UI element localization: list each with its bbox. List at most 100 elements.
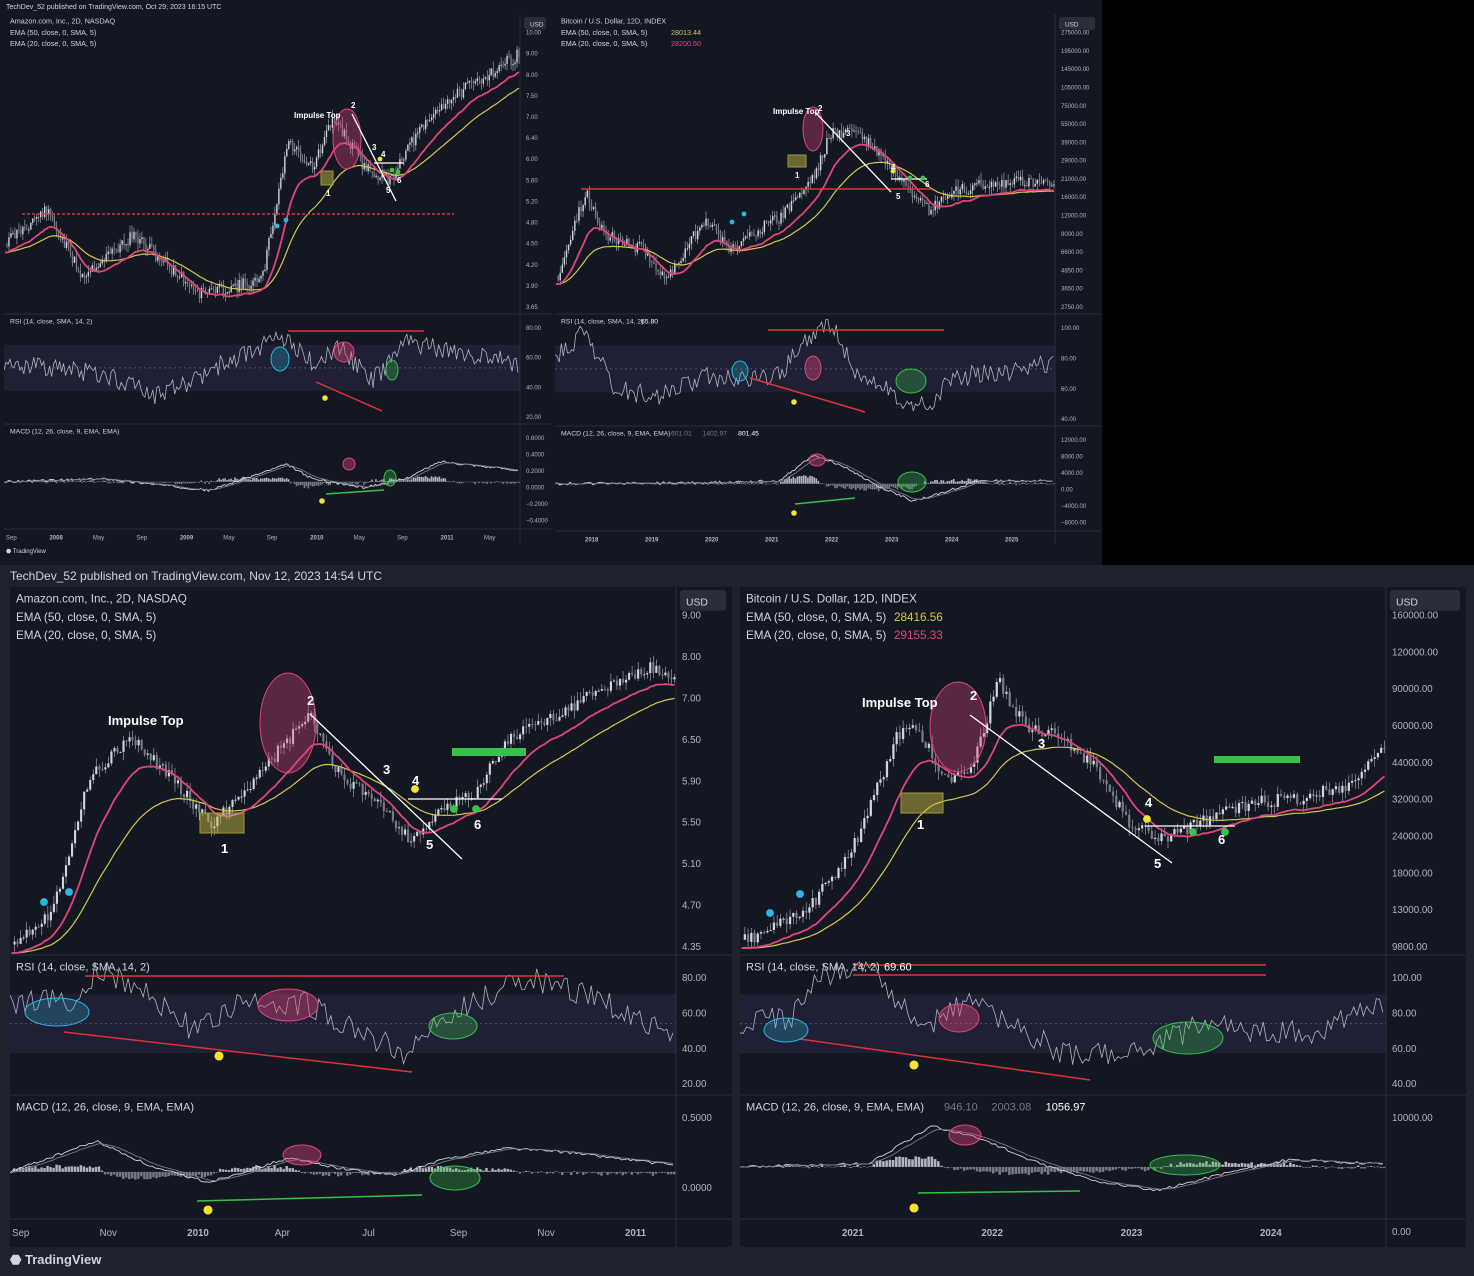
- btc-top-macd-histogram-bar: [790, 478, 793, 484]
- amzn-top-rsi-highlight-1: [333, 341, 355, 363]
- btc-bottom-candle: [918, 730, 921, 732]
- btc-bottom-macd-yellow-dot: [909, 1203, 919, 1213]
- btc-bottom-x-tick: 2021: [842, 1228, 864, 1239]
- amzn-bottom-macd-histogram-bar: [355, 1171, 358, 1174]
- amzn-bottom-macd-histogram-bar: [636, 1171, 640, 1175]
- amzn-top-candle: [294, 149, 296, 152]
- amzn-bottom-candle: [331, 754, 334, 766]
- amzn-bottom-candle: [355, 781, 358, 784]
- btc-bottom-candle: [746, 934, 750, 942]
- amzn-top-macd-histogram-bar: [200, 480, 203, 482]
- amzn-top-macd-histogram-bar: [502, 481, 504, 484]
- btc-top-macd-histogram-bar: [805, 475, 807, 484]
- amzn-top-macd-histogram-bar: [77, 481, 80, 483]
- btc-bottom-candle: [1002, 677, 1005, 694]
- amzn-top-wave-label-1: 1: [326, 189, 331, 198]
- btc-bottom-macd-histogram-bar: [1243, 1163, 1247, 1167]
- amzn-bottom-candle: [61, 876, 65, 889]
- btc-top-macd-histogram-bar: [963, 481, 965, 484]
- amzn-top-macd-histogram-bar: [498, 481, 500, 483]
- btc-top-candle: [851, 128, 853, 132]
- btc-bottom-candle: [940, 771, 944, 774]
- btc-top-candle: [1001, 179, 1003, 187]
- btc-bottom-macd-histogram-bar: [1230, 1163, 1234, 1167]
- btc-bottom-macd-histogram-bar: [959, 1166, 963, 1169]
- btc-bottom-candle: [1031, 730, 1034, 733]
- btc-bottom-macd-value-2: 1056.97: [1046, 1102, 1086, 1114]
- btc-bottom-candle: [966, 772, 969, 774]
- btc-top-macd-histogram-bar: [815, 478, 818, 484]
- btc-top-candle: [574, 220, 576, 231]
- btc-bottom-wave-label-2: 2: [970, 688, 977, 703]
- amzn-top-macd-histogram-bar: [319, 481, 322, 486]
- amzn-top-candle: [260, 275, 262, 279]
- amzn-top-macd-histogram-bar: [438, 476, 441, 482]
- btc-bottom-candle: [843, 856, 847, 869]
- amzn-top-macd-histogram-bar: [254, 478, 256, 482]
- btc-bottom-candle: [1312, 793, 1315, 797]
- amzn-top-macd-histogram-bar: [111, 481, 113, 483]
- amzn-top-price-tick: 7.00: [526, 115, 538, 121]
- amzn-bottom-candle: [101, 769, 104, 771]
- amzn-bottom-candle: [658, 665, 661, 675]
- amzn-top-macd-histogram-bar: [466, 481, 469, 483]
- amzn-top-macd-histogram-bar: [218, 478, 220, 482]
- btc-top-macd-histogram-bar: [698, 483, 701, 485]
- amzn-bottom-candle: [391, 811, 395, 821]
- amzn-top-price-tick: 4.20: [526, 263, 538, 269]
- btc-bottom-candle: [914, 725, 918, 731]
- btc-top-macd-histogram-bar: [1046, 483, 1049, 485]
- btc-top-candle: [980, 180, 982, 184]
- amzn-bottom-macd-histogram-bar: [557, 1171, 561, 1173]
- btc-top-candle: [994, 182, 997, 187]
- btc-bottom-macd-histogram-bar: [1369, 1166, 1373, 1167]
- amzn-bottom-teal-dot: [65, 888, 73, 896]
- amzn-top-macd-histogram-bar: [55, 481, 58, 484]
- amzn-bottom-price-tick: 6.50: [682, 735, 702, 746]
- btc-top-macd-histogram-bar: [825, 483, 828, 487]
- btc-top-macd-histogram-bar: [709, 483, 711, 484]
- amzn-top-macd-histogram-bar: [47, 481, 50, 483]
- amzn-bottom-macd-histogram-bar: [588, 1171, 591, 1173]
- btc-bottom-macd-histogram-bar: [1127, 1166, 1131, 1169]
- amzn-bottom-chart: Amazon.com, Inc., 2D, NASDAQEMA (50, clo…: [10, 587, 732, 1247]
- amzn-bottom-macd-histogram-bar: [306, 1171, 310, 1173]
- btc-top-candle: [955, 186, 957, 191]
- amzn-top-x-tick: 2010: [310, 535, 324, 541]
- btc-top-macd-histogram-bar: [786, 478, 788, 484]
- amzn-top-candle: [77, 268, 80, 271]
- btc-bottom-green-dot: [1189, 828, 1197, 836]
- amzn-top-candle: [22, 226, 24, 235]
- btc-bottom-candle: [763, 932, 766, 934]
- btc-top-candle: [801, 192, 803, 195]
- btc-top-candle: [694, 231, 697, 240]
- amzn-bottom-candle: [579, 700, 582, 703]
- btc-bottom-macd-histogram-bar: [891, 1159, 895, 1167]
- amzn-bottom-candle: [443, 807, 446, 811]
- amzn-bottom-macd-histogram-bar: [109, 1171, 113, 1176]
- amzn-top-candle: [301, 159, 304, 162]
- btc-top-candle: [780, 212, 782, 224]
- amzn-top-macd-histogram-bar: [456, 481, 459, 484]
- amzn-bottom-candle: [615, 680, 619, 686]
- amzn-top-candle: [49, 209, 52, 217]
- btc-top-candle: [638, 242, 641, 244]
- btc-top-candle: [569, 239, 572, 245]
- amzn-bottom-candle: [119, 751, 122, 753]
- btc-top-candle: [615, 240, 618, 244]
- btc-bottom-candle: [1273, 805, 1276, 807]
- amzn-bottom-candle: [588, 692, 591, 694]
- amzn-bottom-candle: [146, 753, 149, 755]
- btc-bottom-macd-histogram-bar: [1037, 1166, 1040, 1172]
- amzn-top-candle: [315, 157, 318, 167]
- amzn-bottom-candle: [246, 789, 249, 791]
- btc-top-macd-histogram-bar: [873, 483, 876, 490]
- btc-top-wave-label-5: 5: [896, 192, 901, 201]
- btc-top-candle: [701, 224, 703, 228]
- amzn-bottom-candle: [661, 674, 664, 676]
- btc-top-macd-histogram-bar: [1005, 483, 1007, 485]
- btc-bottom-candle: [837, 868, 840, 878]
- btc-bottom-candle: [1244, 802, 1247, 811]
- amzn-top-price-tick: 8.00: [526, 73, 538, 79]
- btc-bottom-candle: [1354, 780, 1357, 782]
